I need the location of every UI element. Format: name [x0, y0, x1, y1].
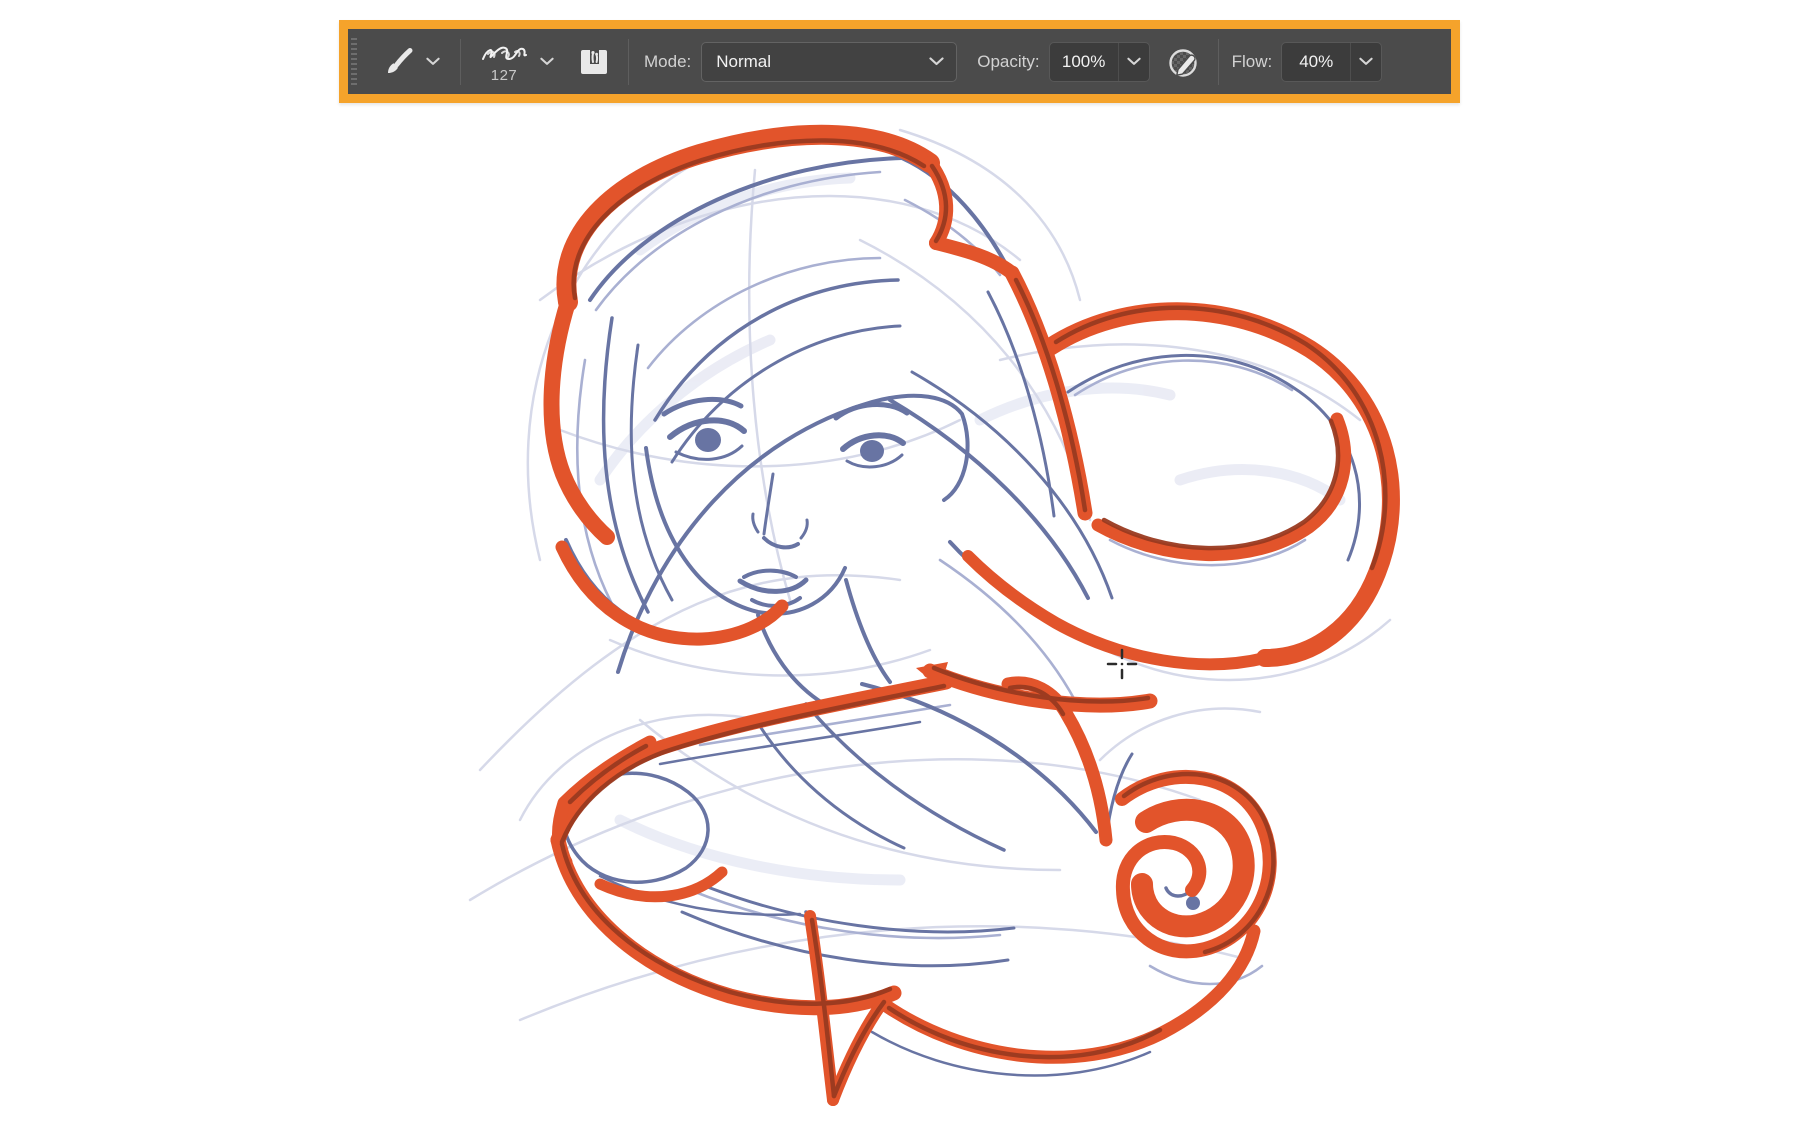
- blend-mode-dropdown[interactable]: Normal: [701, 42, 957, 82]
- toolbar-divider: [1218, 39, 1219, 85]
- toggle-brush-settings-panel-button[interactable]: [578, 47, 610, 77]
- chevron-down-icon: [1359, 57, 1373, 66]
- toolbar-divider: [460, 39, 461, 85]
- opacity-label: Opacity:: [977, 52, 1039, 72]
- brush-preset-size: 127: [491, 67, 518, 84]
- brush-tool-icon: [383, 46, 415, 78]
- flow-label: Flow:: [1232, 52, 1273, 72]
- flow-input[interactable]: 40%: [1282, 43, 1350, 81]
- opacity-control: 100%: [1049, 42, 1150, 82]
- paint-dark-edges: [562, 140, 1385, 1096]
- chevron-down-icon: [929, 57, 944, 66]
- paint-orange-strokes: [552, 135, 1391, 1100]
- tool-preset-button[interactable]: [383, 46, 440, 78]
- pressure-opacity-toggle[interactable]: [1165, 43, 1203, 81]
- chevron-down-icon: [1127, 57, 1141, 66]
- options-bar-grip[interactable]: [351, 38, 357, 86]
- mode-label: Mode:: [644, 52, 691, 72]
- brush-preset-picker[interactable]: 127: [477, 40, 554, 84]
- chevron-down-icon: [540, 57, 554, 66]
- flow-control: 40%: [1281, 42, 1382, 82]
- sketch-illustration: [0, 0, 1800, 1140]
- chevron-down-icon: [426, 57, 440, 66]
- brush-preset-thumbnail: [478, 40, 530, 68]
- sketch-shading-strokes: [600, 178, 1340, 880]
- opacity-dropdown-button[interactable]: [1119, 43, 1149, 81]
- toolbar-divider: [628, 39, 629, 85]
- flow-dropdown-button[interactable]: [1351, 43, 1381, 81]
- opacity-input[interactable]: 100%: [1050, 43, 1118, 81]
- brush-options-bar: 127 Mode: No: [348, 29, 1451, 94]
- pressure-opacity-icon: [1165, 43, 1203, 81]
- app-window: 127 Mode: No: [0, 0, 1800, 1140]
- sketch-main-lines: [556, 158, 1389, 1098]
- brush-panel-icon: [578, 47, 610, 77]
- blend-mode-value: Normal: [716, 52, 771, 72]
- artwork-canvas[interactable]: [0, 0, 1800, 1140]
- options-bar-highlight-frame: 127 Mode: No: [339, 20, 1460, 103]
